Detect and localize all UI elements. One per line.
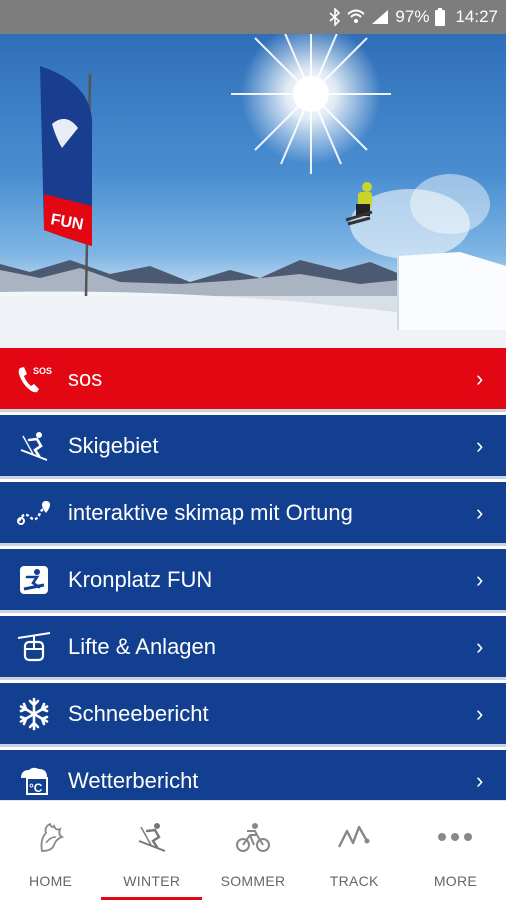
nav-label-more: MORE [433,873,478,889]
nav-more[interactable]: MORE [405,801,506,900]
bluetooth-icon [329,8,341,26]
hero-image: FUN [0,34,506,348]
snowboard-icon [0,563,68,597]
map-route-icon [0,499,68,527]
home-rooster-icon [36,819,66,855]
nav-home[interactable]: HOME [0,801,101,900]
menu-item-skigebiet[interactable]: Skigebiet › [0,415,506,479]
menu-label-skimap: interaktive skimap mit Ortung [68,499,353,525]
bike-icon [235,819,271,855]
nav-label-sommer: SOMMER [220,873,286,889]
main-menu: SOS sos › Skigebiet › interaktive skimap… [0,348,506,800]
nav-winter[interactable]: WINTER [101,801,203,900]
chevron-right-icon: › [476,566,484,592]
skier-icon [0,430,68,462]
battery-icon [435,8,446,26]
sun [231,34,391,174]
svg-text:SOS: SOS [33,366,52,376]
nav-sommer[interactable]: SOMMER [202,801,303,900]
chevron-right-icon: › [476,700,484,726]
clock: 14:27 [455,7,498,26]
nav-track[interactable]: TRACK [304,801,405,900]
nav-label-home: HOME [29,873,73,889]
chevron-right-icon: › [476,365,484,391]
weather-icon: °C [0,764,68,798]
chevron-right-icon: › [476,432,484,458]
gondola-icon [0,630,68,664]
signal-icon [371,9,389,25]
menu-label-skigebiet: Skigebiet [68,432,159,458]
fun-flag: FUN [40,66,93,246]
chevron-right-icon: › [476,767,484,793]
menu-item-skimap[interactable]: interaktive skimap mit Ortung › [0,482,506,546]
menu-label-lifte: Lifte & Anlagen [68,633,217,659]
nav-label-winter: WINTER [123,873,181,889]
menu-label-sos: sos [68,365,103,391]
battery-percent: 97% [395,7,430,26]
menu-label-wetterbericht: Wetterbericht [68,767,199,793]
track-icon [337,819,371,855]
wifi-icon [347,9,366,25]
menu-item-wetterbericht[interactable]: °C Wetterbericht › [0,750,506,800]
snowflake-icon [0,697,68,731]
menu-label-kronplatz-fun: Kronplatz FUN [68,566,213,592]
status-bar: 97% 14:27 [0,0,506,34]
menu-label-schneebericht: Schneebericht [68,700,209,726]
more-dots-icon [437,819,473,855]
menu-item-kronplatz-fun[interactable]: Kronplatz FUN › [0,549,506,613]
menu-item-sos[interactable]: SOS sos › [0,348,506,412]
sos-phone-icon: SOS [0,362,68,396]
chevron-right-icon: › [476,633,484,659]
winter-skier-icon [135,819,169,855]
menu-item-lifte[interactable]: Lifte & Anlagen › [0,616,506,680]
nav-label-track: TRACK [329,873,379,889]
menu-item-schneebericht[interactable]: Schneebericht › [0,683,506,747]
svg-text:°C: °C [29,781,43,795]
bottom-navigation: HOME WINTER SOMMER TRACK MORE [0,800,506,900]
chevron-right-icon: › [476,499,484,525]
